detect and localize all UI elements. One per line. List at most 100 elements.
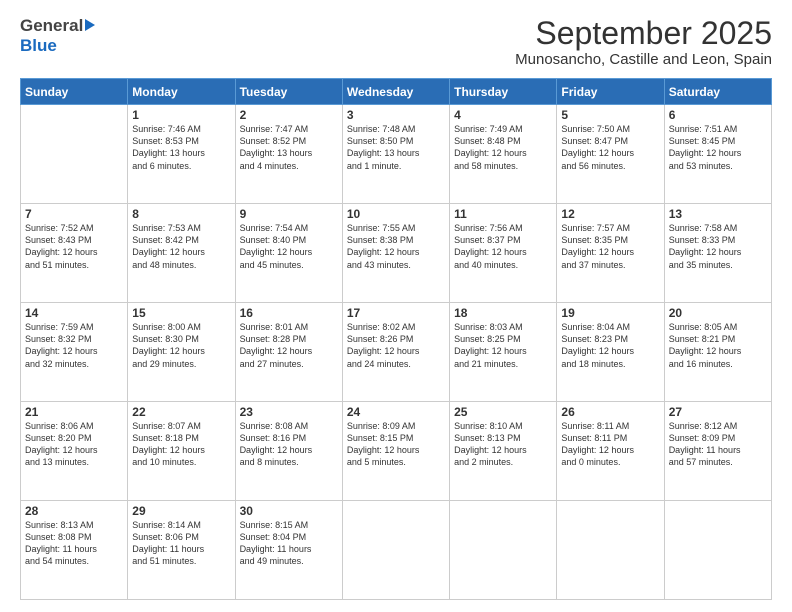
day-info: Sunrise: 8:13 AM Sunset: 8:08 PM Dayligh…: [25, 519, 123, 568]
day-number: 1: [132, 108, 230, 122]
calendar-header-row: SundayMondayTuesdayWednesdayThursdayFrid…: [21, 79, 772, 105]
day-info: Sunrise: 7:56 AM Sunset: 8:37 PM Dayligh…: [454, 222, 552, 271]
day-info: Sunrise: 7:52 AM Sunset: 8:43 PM Dayligh…: [25, 222, 123, 271]
day-info: Sunrise: 8:11 AM Sunset: 8:11 PM Dayligh…: [561, 420, 659, 469]
day-info: Sunrise: 7:50 AM Sunset: 8:47 PM Dayligh…: [561, 123, 659, 172]
calendar-cell: 11Sunrise: 7:56 AM Sunset: 8:37 PM Dayli…: [450, 204, 557, 303]
calendar-cell: 7Sunrise: 7:52 AM Sunset: 8:43 PM Daylig…: [21, 204, 128, 303]
day-number: 17: [347, 306, 445, 320]
calendar-location: Munosancho, Castille and Leon, Spain: [515, 51, 772, 68]
calendar-cell: 26Sunrise: 8:11 AM Sunset: 8:11 PM Dayli…: [557, 402, 664, 501]
calendar-cell: 23Sunrise: 8:08 AM Sunset: 8:16 PM Dayli…: [235, 402, 342, 501]
calendar-cell: 30Sunrise: 8:15 AM Sunset: 8:04 PM Dayli…: [235, 501, 342, 600]
calendar-week-row: 7Sunrise: 7:52 AM Sunset: 8:43 PM Daylig…: [21, 204, 772, 303]
calendar-cell: 2Sunrise: 7:47 AM Sunset: 8:52 PM Daylig…: [235, 105, 342, 204]
day-of-week-header: Thursday: [450, 79, 557, 105]
day-number: 21: [25, 405, 123, 419]
day-number: 27: [669, 405, 767, 419]
calendar-week-row: 28Sunrise: 8:13 AM Sunset: 8:08 PM Dayli…: [21, 501, 772, 600]
day-number: 8: [132, 207, 230, 221]
day-number: 28: [25, 504, 123, 518]
day-number: 20: [669, 306, 767, 320]
day-of-week-header: Sunday: [21, 79, 128, 105]
day-info: Sunrise: 7:47 AM Sunset: 8:52 PM Dayligh…: [240, 123, 338, 172]
calendar-cell: [450, 501, 557, 600]
calendar-cell: 9Sunrise: 7:54 AM Sunset: 8:40 PM Daylig…: [235, 204, 342, 303]
day-number: 29: [132, 504, 230, 518]
day-info: Sunrise: 7:57 AM Sunset: 8:35 PM Dayligh…: [561, 222, 659, 271]
calendar-cell: 15Sunrise: 8:00 AM Sunset: 8:30 PM Dayli…: [128, 303, 235, 402]
logo: General Blue: [20, 16, 95, 56]
calendar-cell: 22Sunrise: 8:07 AM Sunset: 8:18 PM Dayli…: [128, 402, 235, 501]
calendar-table: SundayMondayTuesdayWednesdayThursdayFrid…: [20, 78, 772, 600]
calendar-cell: 20Sunrise: 8:05 AM Sunset: 8:21 PM Dayli…: [664, 303, 771, 402]
day-number: 24: [347, 405, 445, 419]
day-info: Sunrise: 7:49 AM Sunset: 8:48 PM Dayligh…: [454, 123, 552, 172]
day-number: 26: [561, 405, 659, 419]
calendar-cell: [21, 105, 128, 204]
day-info: Sunrise: 8:10 AM Sunset: 8:13 PM Dayligh…: [454, 420, 552, 469]
calendar-cell: 28Sunrise: 8:13 AM Sunset: 8:08 PM Dayli…: [21, 501, 128, 600]
day-number: 11: [454, 207, 552, 221]
logo-arrow-icon: [85, 19, 95, 31]
calendar-cell: 10Sunrise: 7:55 AM Sunset: 8:38 PM Dayli…: [342, 204, 449, 303]
day-number: 22: [132, 405, 230, 419]
day-number: 10: [347, 207, 445, 221]
day-number: 19: [561, 306, 659, 320]
calendar-cell: 5Sunrise: 7:50 AM Sunset: 8:47 PM Daylig…: [557, 105, 664, 204]
title-block: September 2025 Munosancho, Castille and …: [515, 16, 772, 68]
calendar-cell: [557, 501, 664, 600]
day-number: 30: [240, 504, 338, 518]
day-info: Sunrise: 8:02 AM Sunset: 8:26 PM Dayligh…: [347, 321, 445, 370]
day-number: 2: [240, 108, 338, 122]
calendar-cell: 24Sunrise: 8:09 AM Sunset: 8:15 PM Dayli…: [342, 402, 449, 501]
calendar-cell: [664, 501, 771, 600]
day-info: Sunrise: 8:12 AM Sunset: 8:09 PM Dayligh…: [669, 420, 767, 469]
calendar-cell: 21Sunrise: 8:06 AM Sunset: 8:20 PM Dayli…: [21, 402, 128, 501]
day-info: Sunrise: 7:53 AM Sunset: 8:42 PM Dayligh…: [132, 222, 230, 271]
day-number: 14: [25, 306, 123, 320]
day-info: Sunrise: 8:14 AM Sunset: 8:06 PM Dayligh…: [132, 519, 230, 568]
calendar-cell: 25Sunrise: 8:10 AM Sunset: 8:13 PM Dayli…: [450, 402, 557, 501]
calendar-cell: 1Sunrise: 7:46 AM Sunset: 8:53 PM Daylig…: [128, 105, 235, 204]
header: General Blue September 2025 Munosancho, …: [20, 16, 772, 68]
day-info: Sunrise: 8:15 AM Sunset: 8:04 PM Dayligh…: [240, 519, 338, 568]
day-number: 4: [454, 108, 552, 122]
day-info: Sunrise: 8:08 AM Sunset: 8:16 PM Dayligh…: [240, 420, 338, 469]
day-info: Sunrise: 7:58 AM Sunset: 8:33 PM Dayligh…: [669, 222, 767, 271]
day-number: 9: [240, 207, 338, 221]
calendar-cell: 19Sunrise: 8:04 AM Sunset: 8:23 PM Dayli…: [557, 303, 664, 402]
day-info: Sunrise: 8:00 AM Sunset: 8:30 PM Dayligh…: [132, 321, 230, 370]
day-number: 6: [669, 108, 767, 122]
day-info: Sunrise: 8:05 AM Sunset: 8:21 PM Dayligh…: [669, 321, 767, 370]
calendar-cell: 12Sunrise: 7:57 AM Sunset: 8:35 PM Dayli…: [557, 204, 664, 303]
calendar-cell: 14Sunrise: 7:59 AM Sunset: 8:32 PM Dayli…: [21, 303, 128, 402]
calendar-week-row: 14Sunrise: 7:59 AM Sunset: 8:32 PM Dayli…: [21, 303, 772, 402]
day-info: Sunrise: 7:54 AM Sunset: 8:40 PM Dayligh…: [240, 222, 338, 271]
day-of-week-header: Friday: [557, 79, 664, 105]
day-of-week-header: Monday: [128, 79, 235, 105]
logo-blue: Blue: [20, 36, 57, 55]
day-of-week-header: Tuesday: [235, 79, 342, 105]
calendar-cell: 6Sunrise: 7:51 AM Sunset: 8:45 PM Daylig…: [664, 105, 771, 204]
day-number: 18: [454, 306, 552, 320]
calendar-week-row: 21Sunrise: 8:06 AM Sunset: 8:20 PM Dayli…: [21, 402, 772, 501]
calendar-title: September 2025: [515, 16, 772, 51]
day-number: 7: [25, 207, 123, 221]
day-info: Sunrise: 7:55 AM Sunset: 8:38 PM Dayligh…: [347, 222, 445, 271]
day-info: Sunrise: 7:59 AM Sunset: 8:32 PM Dayligh…: [25, 321, 123, 370]
day-info: Sunrise: 8:01 AM Sunset: 8:28 PM Dayligh…: [240, 321, 338, 370]
day-info: Sunrise: 8:09 AM Sunset: 8:15 PM Dayligh…: [347, 420, 445, 469]
calendar-week-row: 1Sunrise: 7:46 AM Sunset: 8:53 PM Daylig…: [21, 105, 772, 204]
calendar-cell: [342, 501, 449, 600]
day-number: 5: [561, 108, 659, 122]
calendar-cell: 3Sunrise: 7:48 AM Sunset: 8:50 PM Daylig…: [342, 105, 449, 204]
calendar-cell: 4Sunrise: 7:49 AM Sunset: 8:48 PM Daylig…: [450, 105, 557, 204]
calendar-cell: 13Sunrise: 7:58 AM Sunset: 8:33 PM Dayli…: [664, 204, 771, 303]
day-number: 3: [347, 108, 445, 122]
day-info: Sunrise: 8:07 AM Sunset: 8:18 PM Dayligh…: [132, 420, 230, 469]
calendar-cell: 8Sunrise: 7:53 AM Sunset: 8:42 PM Daylig…: [128, 204, 235, 303]
calendar-cell: 16Sunrise: 8:01 AM Sunset: 8:28 PM Dayli…: [235, 303, 342, 402]
day-of-week-header: Saturday: [664, 79, 771, 105]
day-number: 12: [561, 207, 659, 221]
